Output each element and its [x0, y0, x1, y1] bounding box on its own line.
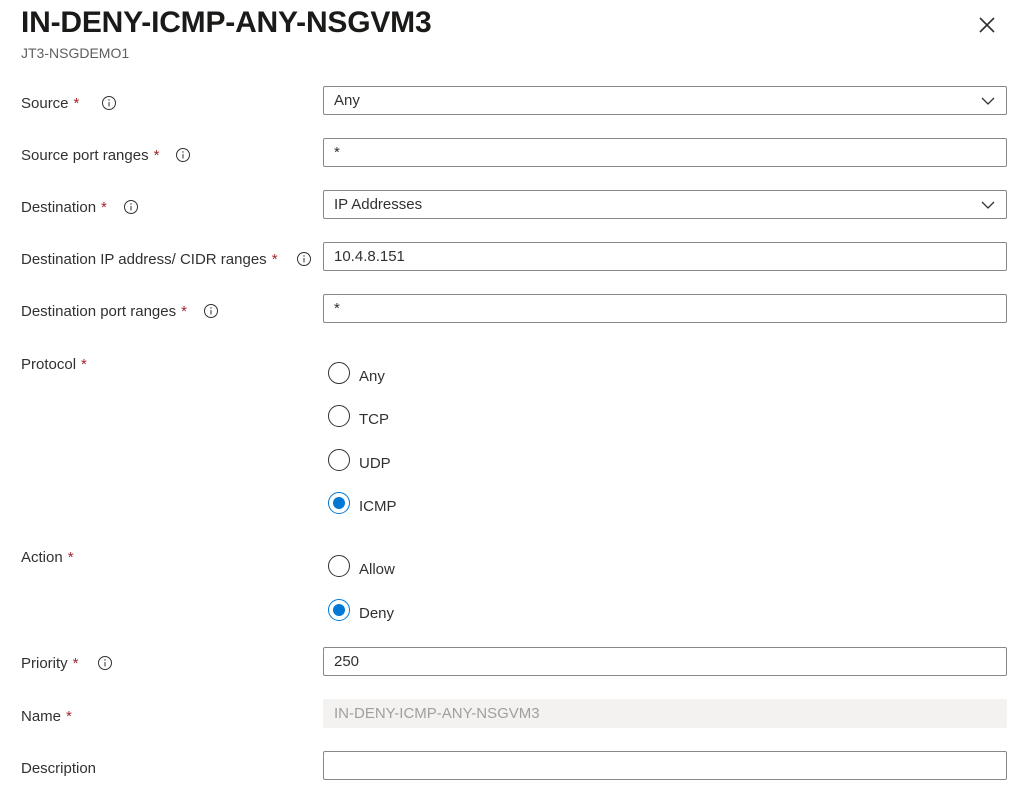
priority-value: 250	[334, 653, 360, 670]
info-icon[interactable]	[175, 147, 191, 163]
required-marker: *	[66, 707, 72, 725]
radio-label: ICMP	[359, 497, 397, 515]
source-label-row: Source *	[21, 93, 117, 113]
required-marker: *	[67, 548, 74, 566]
radio-circle	[328, 555, 350, 577]
info-icon[interactable]	[123, 199, 139, 215]
radio-label: Deny	[359, 604, 395, 622]
nsg-rule-panel: IN-DENY-ICMP-ANY-NSGVM3 JT3-NSGDEMO1 Sou…	[0, 0, 1024, 799]
protocol-label-row: Protocol *	[21, 354, 87, 374]
source-label: Source	[21, 94, 69, 112]
source-port-ranges-label-row: Source port ranges *	[21, 145, 191, 165]
source-port-ranges-value: *	[334, 144, 340, 161]
destination-port-ranges-label-row: Destination port ranges *	[21, 301, 219, 321]
info-icon[interactable]	[97, 655, 113, 671]
required-marker: *	[72, 654, 79, 672]
name-label-row: Name *	[21, 706, 72, 726]
protocol-label: Protocol	[21, 355, 77, 373]
radio-circle	[328, 405, 350, 427]
radio-label: UDP	[359, 454, 391, 472]
destination-ip-label: Destination IP address/ CIDR ranges	[21, 250, 267, 268]
info-icon[interactable]	[203, 303, 219, 319]
protocol-radio-tcp[interactable]: TCP	[328, 405, 389, 429]
name-input-disabled: IN-DENY-ICMP-ANY-NSGVM3	[323, 699, 1007, 728]
protocol-radio-any[interactable]: Any	[328, 362, 385, 386]
chevron-down-icon	[980, 197, 996, 213]
destination-dropdown[interactable]: IP Addresses	[323, 190, 1007, 219]
action-radio-allow[interactable]: Allow	[328, 555, 395, 579]
radio-label: Any	[359, 367, 385, 385]
description-input[interactable]	[323, 751, 1007, 780]
required-marker: *	[101, 198, 107, 216]
destination-value: IP Addresses	[334, 196, 423, 213]
description-label-row: Description	[21, 758, 96, 778]
name-value: IN-DENY-ICMP-ANY-NSGVM3	[334, 705, 540, 722]
required-marker: *	[73, 94, 80, 112]
destination-port-ranges-value: *	[334, 300, 340, 317]
source-dropdown[interactable]: Any	[323, 86, 1007, 115]
required-marker: *	[271, 250, 278, 268]
radio-circle	[328, 449, 350, 471]
protocol-radio-udp[interactable]: UDP	[328, 449, 391, 473]
destination-ip-input[interactable]: 10.4.8.151	[323, 242, 1007, 271]
radio-label: Allow	[359, 560, 395, 578]
destination-ip-label-row: Destination IP address/ CIDR ranges *	[21, 249, 312, 269]
description-label: Description	[21, 759, 97, 777]
source-port-ranges-label: Source port ranges	[21, 146, 149, 164]
action-label: Action	[21, 548, 63, 566]
destination-label: Destination	[21, 198, 97, 216]
destination-label-row: Destination *	[21, 197, 139, 217]
name-label: Name	[21, 707, 62, 725]
radio-label: TCP	[359, 410, 389, 428]
source-value: Any	[334, 92, 360, 109]
priority-label-row: Priority *	[21, 653, 113, 673]
required-marker: *	[153, 146, 160, 164]
radio-circle-selected	[328, 492, 350, 514]
radio-circle	[328, 362, 350, 384]
destination-port-ranges-label: Destination port ranges	[21, 302, 177, 320]
radio-circle-selected	[328, 599, 350, 621]
close-icon	[974, 12, 1000, 38]
required-marker: *	[81, 355, 87, 373]
source-port-ranges-input[interactable]: *	[323, 138, 1007, 167]
close-button[interactable]	[974, 12, 1000, 38]
action-radio-deny[interactable]: Deny	[328, 599, 394, 623]
protocol-radio-icmp[interactable]: ICMP	[328, 492, 397, 516]
panel-title: IN-DENY-ICMP-ANY-NSGVM3	[21, 6, 432, 39]
info-icon[interactable]	[101, 95, 117, 111]
priority-label: Priority	[21, 654, 68, 672]
action-label-row: Action *	[21, 547, 74, 567]
panel-subtitle: JT3-NSGDEMO1	[21, 45, 130, 61]
destination-port-ranges-input[interactable]: *	[323, 294, 1007, 323]
destination-ip-value: 10.4.8.151	[334, 248, 405, 265]
required-marker: *	[181, 302, 187, 320]
priority-input[interactable]: 250	[323, 647, 1007, 676]
info-icon[interactable]	[296, 251, 312, 267]
chevron-down-icon	[980, 93, 996, 109]
